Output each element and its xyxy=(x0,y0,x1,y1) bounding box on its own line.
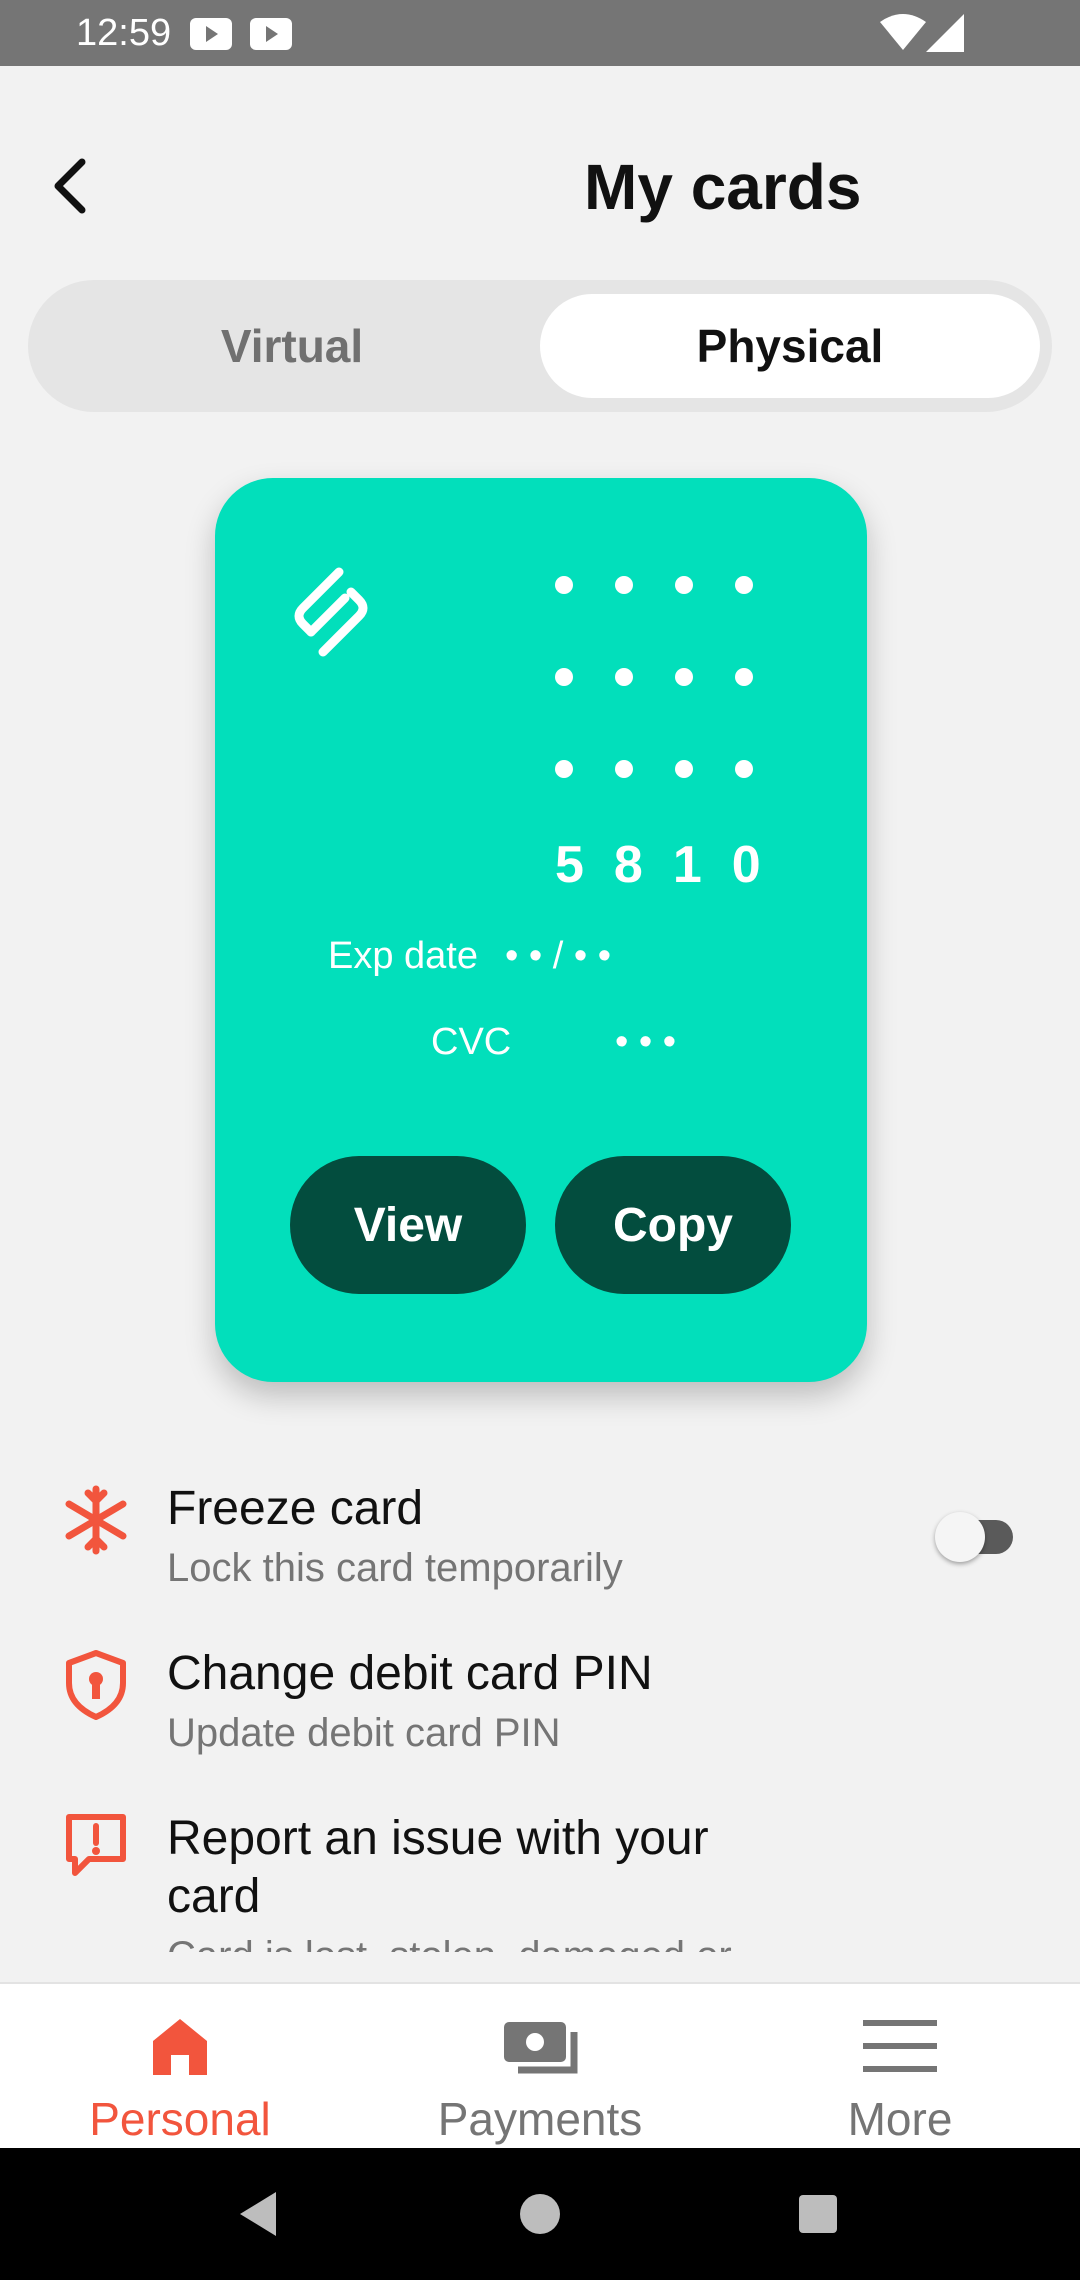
copy-button[interactable]: Copy xyxy=(555,1156,791,1294)
setting-subtitle: Update debit card PIN xyxy=(167,1711,561,1755)
snowflake-icon xyxy=(58,1482,134,1558)
system-nav-bar xyxy=(0,2148,1080,2280)
report-issue-item[interactable]: Report an issue with your card Card is l… xyxy=(0,1800,1080,1952)
wifi-icon xyxy=(880,14,926,57)
exp-date-value: • • / • • xyxy=(505,935,612,977)
setting-subtitle: Card is lost, stolen, damaged or xyxy=(167,1934,732,1952)
nav-label: Payments xyxy=(437,2093,643,2145)
youtube-icon xyxy=(190,18,232,55)
payment-card: 5810 Exp date • • / • • CVC • • • View C… xyxy=(215,478,867,1382)
chevron-left-icon xyxy=(54,158,86,214)
status-bar: 12:59 xyxy=(0,0,1080,66)
status-time: 12:59 xyxy=(76,12,172,54)
setting-subtitle: Lock this card temporarily xyxy=(167,1546,623,1590)
page-title: My cards xyxy=(584,151,862,223)
setting-title: Freeze card xyxy=(167,1482,424,1535)
view-button[interactable]: View xyxy=(290,1156,526,1294)
exp-date-label: Exp date xyxy=(328,935,478,977)
back-button[interactable] xyxy=(40,150,100,222)
home-icon xyxy=(130,2006,230,2086)
card-type-tabs: Virtual Physical xyxy=(28,280,1052,412)
setting-title: Report an issue with your card xyxy=(167,1812,709,1923)
setting-title: Change debit card PIN xyxy=(167,1647,653,1700)
youtube-icon xyxy=(250,18,292,55)
nav-label: Personal xyxy=(89,2093,271,2145)
card-number-group-1 xyxy=(555,576,805,596)
system-recents-icon[interactable] xyxy=(782,2178,854,2250)
nav-payments[interactable]: Payments xyxy=(360,1984,720,2150)
tab-virtual[interactable]: Virtual xyxy=(42,294,542,398)
nav-personal[interactable]: Personal xyxy=(0,1984,360,2150)
signal-icon xyxy=(926,14,964,57)
menu-icon xyxy=(850,2006,950,2086)
nav-label: More xyxy=(847,2093,953,2145)
shield-lock-icon xyxy=(58,1647,134,1723)
cvc-value: • • • xyxy=(615,1021,677,1063)
nav-more[interactable]: More xyxy=(720,1984,1080,2150)
freeze-card-toggle[interactable] xyxy=(935,1512,1025,1562)
card-number-group-3 xyxy=(555,760,805,780)
card-last-four: 5810 xyxy=(555,836,791,894)
bottom-nav: Personal Payments More xyxy=(0,1982,1080,2148)
brand-logo-icon xyxy=(281,560,381,664)
report-icon xyxy=(58,1808,134,1884)
tab-physical[interactable]: Physical xyxy=(540,294,1040,398)
cvc-label: CVC xyxy=(431,1021,512,1063)
card-number-group-2 xyxy=(555,668,805,688)
payments-icon xyxy=(490,2006,590,2086)
system-back-icon[interactable] xyxy=(222,2178,294,2250)
system-home-icon[interactable] xyxy=(504,2178,576,2250)
